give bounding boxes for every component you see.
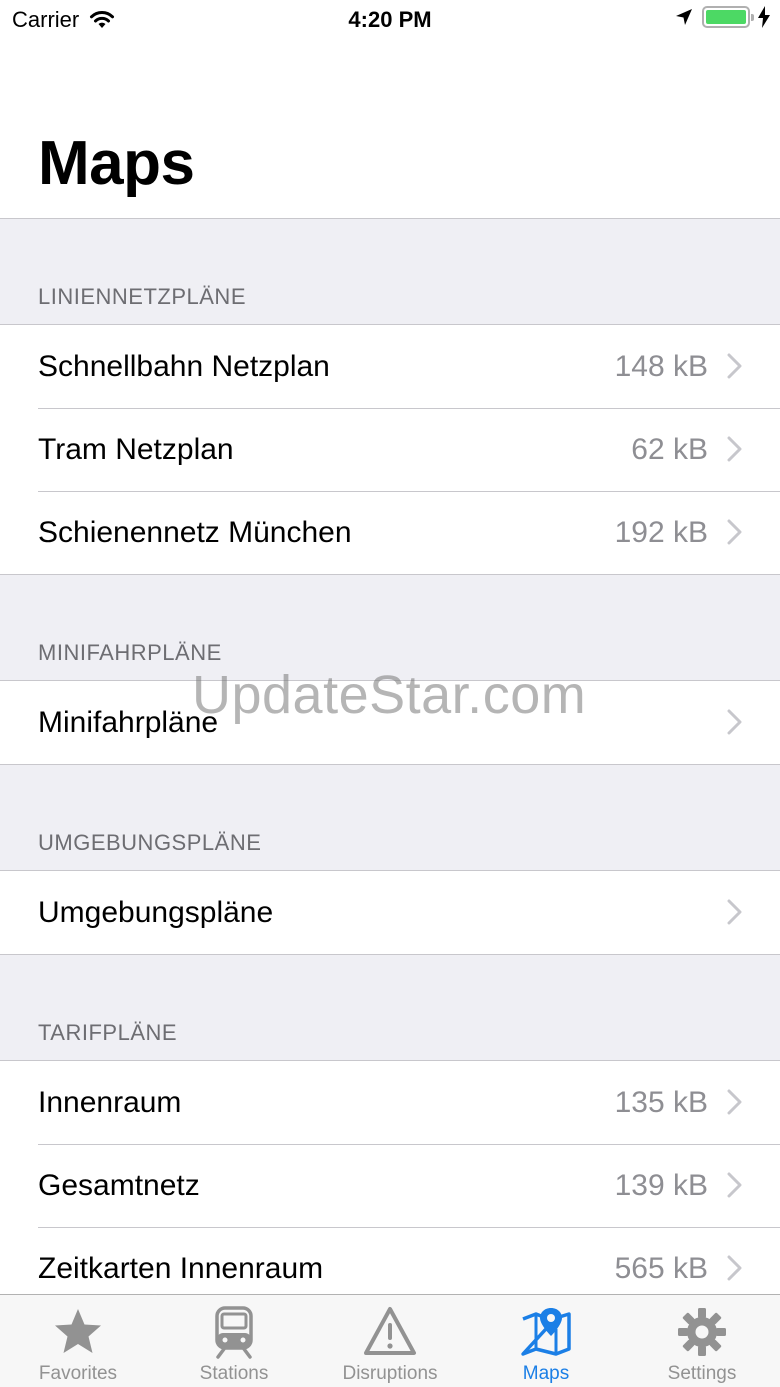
section-rows: Innenraum 135 kB Gesamtnetz 139 kB Zeitkarte… xyxy=(0,1060,780,1294)
train-icon xyxy=(207,1305,261,1359)
maps-table: LINIENNETZPLÄNE Schnellbahn Netzplan 148 k… xyxy=(0,218,780,1294)
status-right xyxy=(666,6,770,28)
map-row[interactable]: Tram Netzplan 62 kB xyxy=(0,408,780,491)
tab-bar: Favorites Stations Disruptions Maps Settings xyxy=(0,1294,780,1387)
map-row[interactable]: Umgebungspläne xyxy=(0,871,780,954)
tab-stations[interactable]: Stations xyxy=(156,1295,312,1387)
tab-label: Favorites xyxy=(38,1363,118,1384)
section-header-label: MINIFAHRPLÄNE xyxy=(38,640,222,665)
chevron-right-icon xyxy=(726,709,744,735)
battery-level xyxy=(706,10,746,24)
row-file-size: 135 kB xyxy=(614,1085,708,1119)
chevron-right-icon xyxy=(726,1172,744,1198)
row-file-size: 565 kB xyxy=(614,1251,708,1285)
row-title: Minifahrpläne xyxy=(38,705,219,739)
tab-label: Settings xyxy=(667,1363,737,1384)
row-title: Innenraum xyxy=(38,1085,182,1119)
chevron-right-icon xyxy=(726,353,744,379)
section-header: UMGEBUNGSPLÄNE xyxy=(0,765,780,870)
section-header: LINIENNETZPLÄNE xyxy=(0,219,780,324)
tab-maps[interactable]: Maps xyxy=(468,1295,624,1387)
tab-label: Disruptions xyxy=(342,1363,438,1384)
tab-disruptions[interactable]: Disruptions xyxy=(312,1295,468,1387)
row-file-size: 139 kB xyxy=(614,1168,708,1202)
map-row[interactable]: Gesamtnetz 139 kB xyxy=(0,1144,780,1227)
section-rows: Minifahrpläne xyxy=(0,680,780,765)
map-row[interactable]: Schnellbahn Netzplan 148 kB xyxy=(0,325,780,408)
row-title: Tram Netzplan xyxy=(38,432,234,466)
section-header-label: UMGEBUNGSPLÄNE xyxy=(38,830,262,855)
row-file-size: 192 kB xyxy=(614,515,708,549)
warning-icon xyxy=(363,1305,417,1359)
map-pin-icon xyxy=(519,1305,573,1359)
star-icon xyxy=(51,1305,105,1359)
section-rows: Umgebungspläne xyxy=(0,870,780,955)
chevron-right-icon xyxy=(726,1089,744,1115)
row-title: Umgebungspläne xyxy=(38,895,274,929)
row-title: Gesamtnetz xyxy=(38,1168,200,1202)
location-arrow-icon xyxy=(676,9,692,25)
row-file-size: 62 kB xyxy=(631,432,708,466)
page-title: Maps xyxy=(38,129,195,198)
tab-settings[interactable]: Settings xyxy=(624,1295,780,1387)
chevron-right-icon xyxy=(726,436,744,462)
section-rows: Schnellbahn Netzplan 148 kB Tram Netzplan 6… xyxy=(0,324,780,575)
section-header: MINIFAHRPLÄNE xyxy=(0,575,780,680)
tab-label: Stations xyxy=(199,1363,269,1384)
charging-bolt-icon xyxy=(758,6,770,28)
status-time: 4:20 PM xyxy=(348,7,432,32)
row-title: Schnellbahn Netzplan xyxy=(38,349,330,383)
chevron-right-icon xyxy=(726,899,744,925)
status-bar: Carrier 4:20 PM xyxy=(0,0,780,40)
row-file-size: 148 kB xyxy=(614,349,708,383)
section-header-label: TARIFPLÄNE xyxy=(38,1020,178,1045)
map-row[interactable]: Innenraum 135 kB xyxy=(0,1061,780,1144)
gear-icon xyxy=(675,1305,729,1359)
section-header-label: LINIENNETZPLÄNE xyxy=(38,284,246,309)
chevron-right-icon xyxy=(726,519,744,545)
map-row[interactable]: Schienennetz München 192 kB xyxy=(0,491,780,574)
map-row[interactable]: Minifahrpläne xyxy=(0,681,780,764)
row-title: Schienennetz München xyxy=(38,515,352,549)
map-row[interactable]: Zeitkarten Innenraum 565 kB xyxy=(0,1227,780,1294)
row-title: Zeitkarten Innenraum xyxy=(38,1251,324,1285)
battery-icon xyxy=(702,6,754,28)
tab-label: Maps xyxy=(522,1363,570,1384)
section-header: TARIFPLÄNE xyxy=(0,955,780,1060)
chevron-right-icon xyxy=(726,1255,744,1281)
tab-favorites[interactable]: Favorites xyxy=(0,1295,156,1387)
